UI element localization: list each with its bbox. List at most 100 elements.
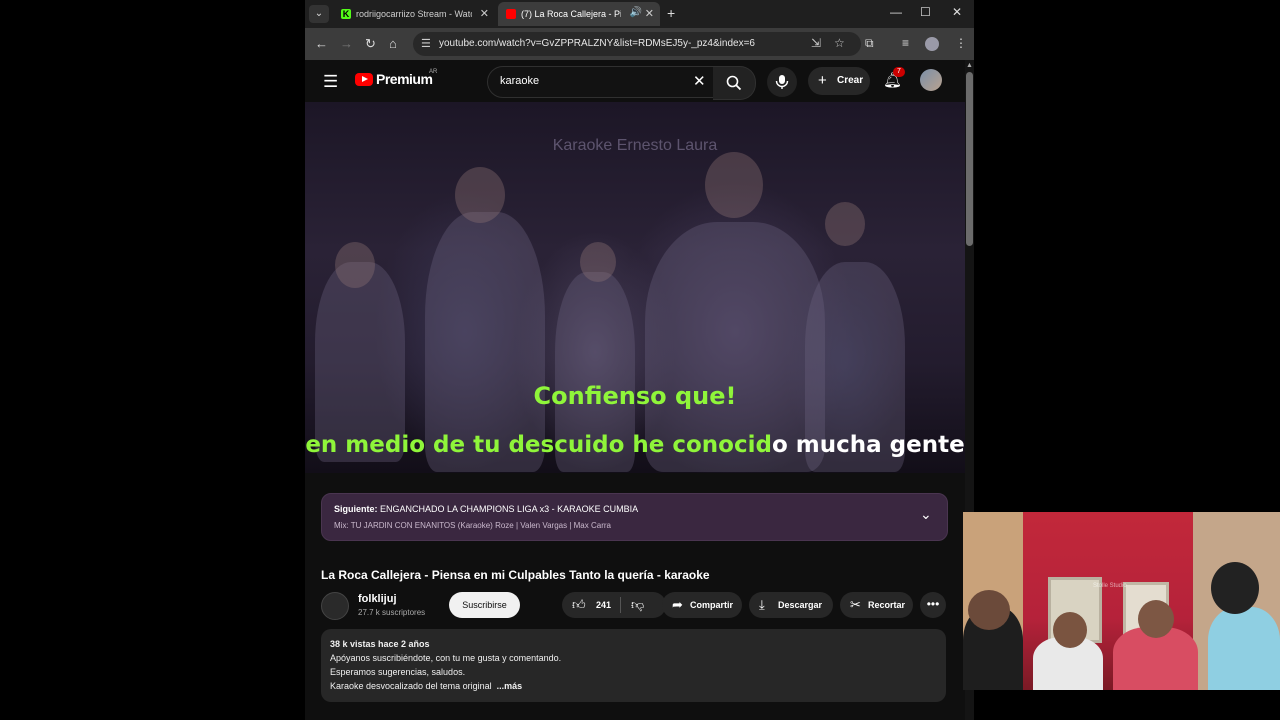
description-line: Esperamos sugerencias, saludos. (330, 667, 466, 677)
tab-youtube-video[interactable]: (7) La Roca Callejera - Piens 🔊 ✕ (498, 2, 660, 26)
divider (620, 597, 621, 613)
band-member-head (335, 242, 375, 288)
chevron-down-icon[interactable]: ⌄ (920, 506, 932, 523)
clear-search-icon[interactable]: ✕ (693, 72, 706, 90)
download-button[interactable]: ⤓ Descargar (749, 592, 833, 618)
youtube-premium-brand[interactable]: Premium (376, 71, 433, 87)
mix-title: Mix: TU JARDIN CON ENANITOS (Karaoke) Ro… (334, 521, 611, 530)
youtube-favicon-icon (506, 9, 516, 19)
create-button[interactable]: + Crear (808, 67, 870, 95)
account-avatar[interactable] (920, 69, 942, 91)
like-dislike-group: 👍︎ 241 👎︎ (562, 592, 666, 618)
bookmark-star-icon[interactable]: ☆ (834, 36, 845, 50)
scroll-up-arrow-icon[interactable]: ▲ (966, 62, 973, 69)
create-label: Crear (837, 75, 864, 86)
description-line: Apóyanos suscribiéndote, con tu me gusta… (330, 653, 562, 663)
address-bar[interactable]: ☰ youtube.com/watch?v=GvZPPRALZNY&list=R… (413, 32, 861, 56)
forward-arrow-icon[interactable]: → (340, 36, 353, 51)
scrollbar-thumb[interactable] (966, 72, 973, 246)
maximize-icon[interactable]: ☐ (920, 5, 931, 19)
minimize-icon[interactable]: — (890, 5, 902, 19)
download-icon: ⤓ (759, 597, 765, 612)
description-box[interactable]: 38 k vistas hace 2 años Apóyanos suscrib… (321, 629, 946, 702)
home-icon[interactable]: ⌂ (389, 36, 397, 51)
search-button[interactable] (713, 66, 756, 100)
install-app-icon[interactable]: ⇲ (811, 36, 821, 50)
karaoke-lyric-line-2: en medio de tu descuido he conocido much… (305, 432, 965, 458)
kick-favicon-icon: K (341, 9, 351, 19)
scissors-icon: ✂ (850, 597, 861, 612)
clip-button[interactable]: ✂ Recortar (840, 592, 913, 618)
thumbs-up-icon[interactable]: 👍︎ (572, 597, 586, 613)
channel-name[interactable]: folklijuj (358, 593, 397, 605)
tab-title: rodriigocarriizo Stream - Watch (356, 9, 472, 19)
show-more-link[interactable]: ...más (497, 681, 523, 691)
child-head (580, 242, 616, 282)
site-info-icon[interactable]: ☰ (421, 37, 431, 50)
hamburger-menu-icon[interactable]: ☰ (323, 72, 338, 92)
lyric-sung-part: en medio de tu descuido he conocid (305, 432, 772, 458)
browser-toolbar: ← → ↻ ⌂ ☰ youtube.com/watch?v=GvZPPRALZN… (305, 28, 974, 60)
subscriber-count: 27.7 k suscriptores (358, 608, 426, 617)
close-tab-icon[interactable]: ✕ (645, 7, 654, 20)
browser-profile-avatar[interactable] (925, 37, 939, 51)
search-icon (726, 75, 742, 91)
clip-label: Recortar (868, 600, 906, 610)
plus-icon: + (818, 72, 827, 89)
description-line: Karaoke desvocalizado del tema original (330, 681, 492, 691)
singer-head (455, 167, 505, 223)
reload-icon[interactable]: ↻ (365, 36, 376, 52)
lyric-upcoming-part: o mucha gente (771, 432, 965, 458)
youtube-logo-icon[interactable] (355, 73, 373, 86)
audio-playing-icon[interactable]: 🔊 (630, 7, 642, 18)
tab-kick-stream[interactable]: K rodriigocarriizo Stream - Watch ✕ (333, 2, 495, 26)
media-controls-icon[interactable]: ≡ (902, 36, 909, 50)
like-count[interactable]: 241 (596, 600, 611, 610)
youtube-masthead: ☰ Premium AR karaoke ✕ + Crear 🔔︎ 7 (305, 60, 965, 102)
share-label: Compartir (690, 600, 734, 610)
video-player[interactable]: Karaoke Ernesto Laura Confienso que! en … (305, 102, 965, 473)
person-head (1211, 562, 1259, 614)
browser-window: ⌄ K rodriigocarriizo Stream - Watch ✕ (7… (305, 0, 974, 720)
next-prefix: Siguiente: (334, 504, 378, 514)
channel-avatar[interactable] (321, 592, 349, 620)
video-title: La Roca Callejera - Piensa en mi Culpabl… (321, 568, 710, 582)
next-video-line: Siguiente: ENGANCHADO LA CHAMPIONS LIGA … (334, 504, 638, 514)
description-line-last: Karaoke desvocalizado del tema original … (330, 681, 522, 691)
share-arrow-icon: ➦ (672, 597, 683, 612)
bassist-head (705, 152, 763, 218)
region-code: AR (429, 69, 438, 75)
video-watermark: Karaoke Ernesto Laura (552, 137, 718, 154)
voice-search-button[interactable] (767, 67, 797, 97)
person-head (968, 590, 1010, 630)
thumbs-down-icon[interactable]: 👎︎ (631, 597, 644, 613)
subscribe-button[interactable]: Suscribirse (449, 592, 520, 618)
karaoke-lyric-line-1: Confienso que! (533, 382, 737, 410)
extensions-puzzle-icon[interactable]: ⧉ (865, 36, 874, 51)
playlist-next-bar[interactable]: Siguiente: ENGANCHADO LA CHAMPIONS LIGA … (321, 493, 948, 541)
browser-menu-icon[interactable]: ⋮ (955, 36, 967, 50)
view-count-date: 38 k vistas hace 2 años (330, 639, 430, 649)
back-arrow-icon[interactable]: ← (315, 36, 328, 51)
share-button[interactable]: ➦ Compartir (662, 592, 742, 618)
webcam-overlay-text: Stolle Studio (1093, 583, 1127, 589)
person-silhouette (1208, 607, 1280, 690)
tab-search-button[interactable]: ⌄ (309, 5, 329, 23)
close-window-icon[interactable]: ✕ (952, 5, 962, 19)
download-label: Descargar (778, 600, 823, 610)
url-text: youtube.com/watch?v=GvZPPRALZNY&list=RDM… (439, 38, 755, 49)
search-value: karaoke (500, 75, 540, 87)
close-tab-icon[interactable]: ✕ (480, 7, 489, 20)
search-input[interactable]: karaoke ✕ (487, 66, 714, 98)
notification-count-badge: 7 (893, 67, 905, 77)
band-member-head (825, 202, 865, 246)
microphone-icon (775, 75, 789, 89)
webcam-overlay: Stolle Studio (963, 512, 1280, 690)
next-video-title: ENGANCHADO LA CHAMPIONS LIGA x3 - KARAOK… (380, 504, 639, 514)
tab-title: (7) La Roca Callejera - Piens (521, 9, 621, 19)
person-head (1053, 612, 1087, 648)
new-tab-plus-icon[interactable]: + (667, 5, 675, 21)
tab-strip: ⌄ K rodriigocarriizo Stream - Watch ✕ (7… (305, 0, 974, 28)
more-actions-button[interactable]: ••• (920, 592, 946, 618)
person-head (1138, 600, 1174, 638)
